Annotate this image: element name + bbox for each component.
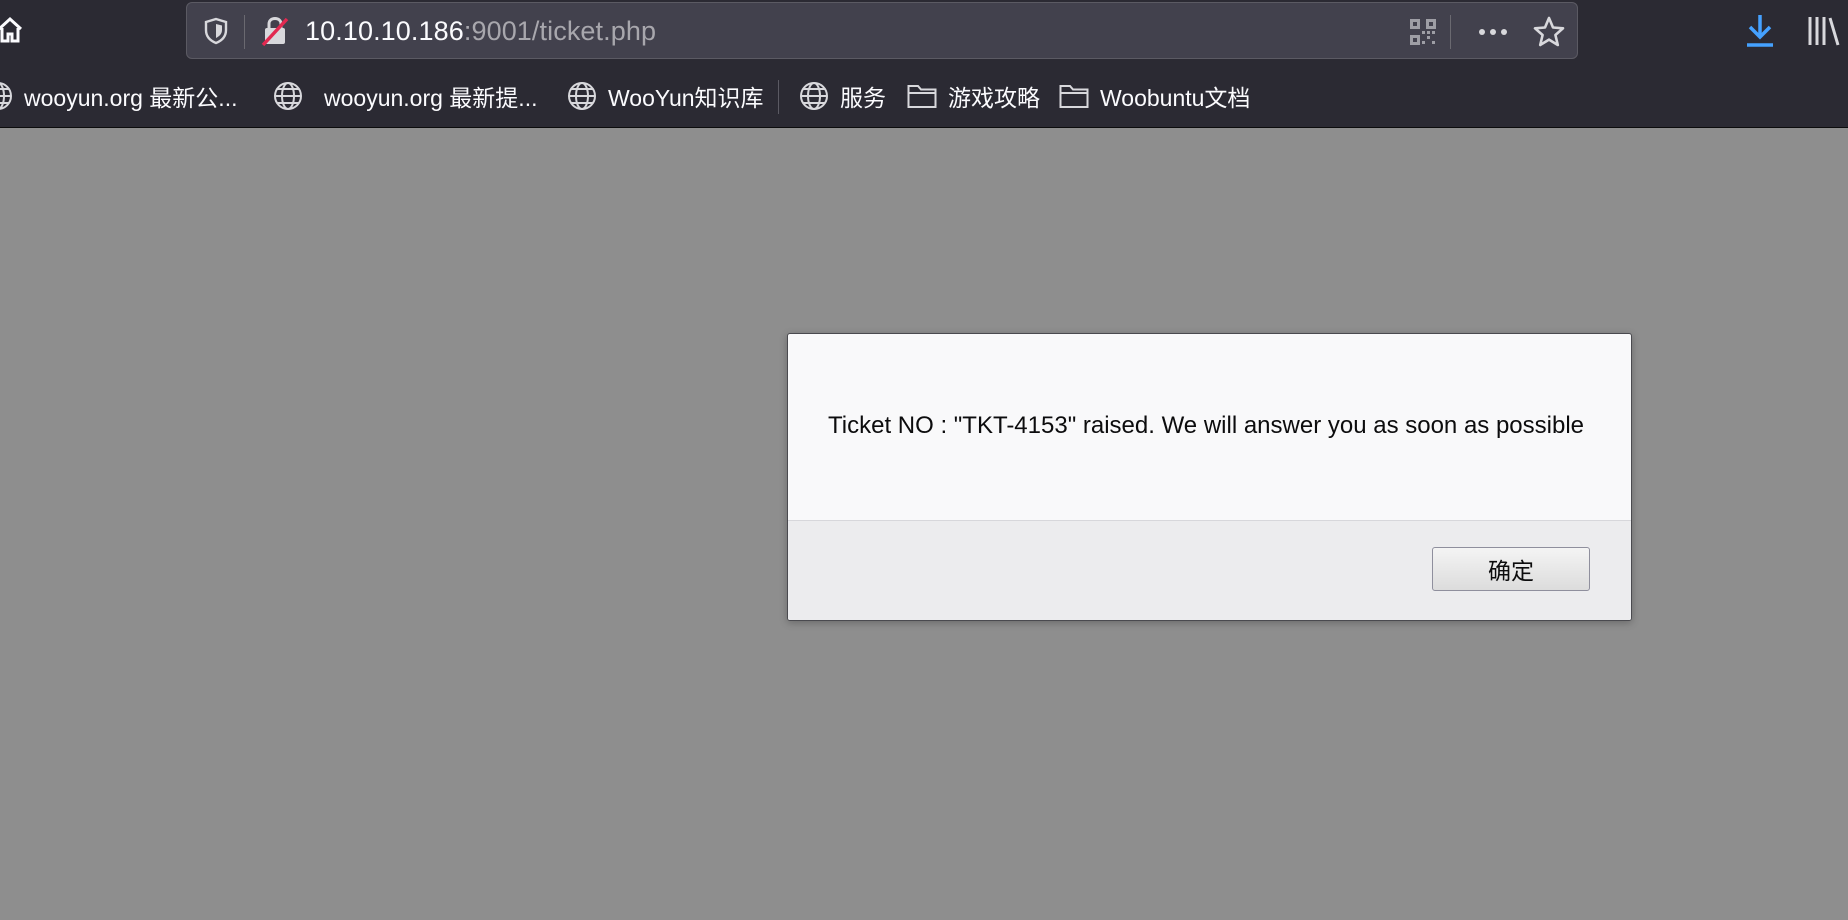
bookmark-label: 服务 bbox=[840, 85, 886, 111]
more-actions-icon[interactable] bbox=[1473, 17, 1513, 47]
bookmark-item[interactable]: wooyun.org 最新提... bbox=[272, 78, 537, 114]
insecure-lock-icon[interactable] bbox=[260, 15, 290, 47]
bookmark-item[interactable]: WooYun知识库 bbox=[566, 78, 764, 114]
url-text[interactable]: 10.10.10.186:9001/ticket.php bbox=[305, 16, 656, 47]
bookmark-item[interactable]: 服务 bbox=[798, 78, 886, 114]
url-bar-separator bbox=[244, 15, 245, 49]
bookmark-folder[interactable]: 游戏攻略 bbox=[906, 78, 1040, 114]
url-bar[interactable]: 10.10.10.186:9001/ticket.php bbox=[186, 2, 1578, 59]
library-icon[interactable] bbox=[1806, 14, 1842, 48]
bookmark-label: 游戏攻略 bbox=[948, 85, 1040, 111]
bookmark-item[interactable]: wooyun.org 最新公... bbox=[0, 78, 237, 114]
globe-icon bbox=[0, 82, 12, 110]
bookmark-label: Woobuntu文档 bbox=[1100, 85, 1251, 111]
bookmark-folder[interactable]: Woobuntu文档 bbox=[1058, 78, 1250, 114]
url-path: :9001/ticket.php bbox=[463, 16, 657, 46]
bookmark-label: WooYun知识库 bbox=[608, 85, 764, 111]
bookmark-label: wooyun.org 最新公... bbox=[24, 85, 238, 111]
bookmark-star-icon[interactable] bbox=[1532, 15, 1566, 49]
qr-code-icon[interactable] bbox=[1408, 17, 1438, 47]
globe-icon bbox=[568, 82, 596, 110]
bookmarks-separator bbox=[778, 80, 779, 114]
url-bar-separator bbox=[1450, 15, 1451, 49]
navigation-toolbar: 10.10.10.186:9001/ticket.php bbox=[0, 0, 1848, 64]
dialog-footer: 确定 bbox=[788, 520, 1631, 620]
globe-icon bbox=[274, 82, 302, 110]
url-host: 10.10.10.186 bbox=[305, 16, 464, 46]
folder-icon bbox=[907, 85, 937, 108]
home-icon bbox=[0, 16, 23, 43]
alert-dialog: Ticket NO : "TKT-4153" raised. We will a… bbox=[787, 333, 1632, 621]
globe-icon bbox=[800, 82, 828, 110]
download-icon[interactable] bbox=[1742, 12, 1778, 50]
bookmarks-toolbar: wooyun.org 最新公... wooyun.org 最新提... WooY… bbox=[0, 64, 1848, 128]
home-button[interactable] bbox=[0, 12, 24, 48]
ok-button[interactable]: 确定 bbox=[1432, 547, 1590, 591]
folder-icon bbox=[1059, 85, 1089, 108]
tracking-protection-icon[interactable] bbox=[201, 16, 231, 46]
alert-message: Ticket NO : "TKT-4153" raised. We will a… bbox=[828, 412, 1585, 439]
bookmark-label: wooyun.org 最新提... bbox=[324, 85, 538, 111]
